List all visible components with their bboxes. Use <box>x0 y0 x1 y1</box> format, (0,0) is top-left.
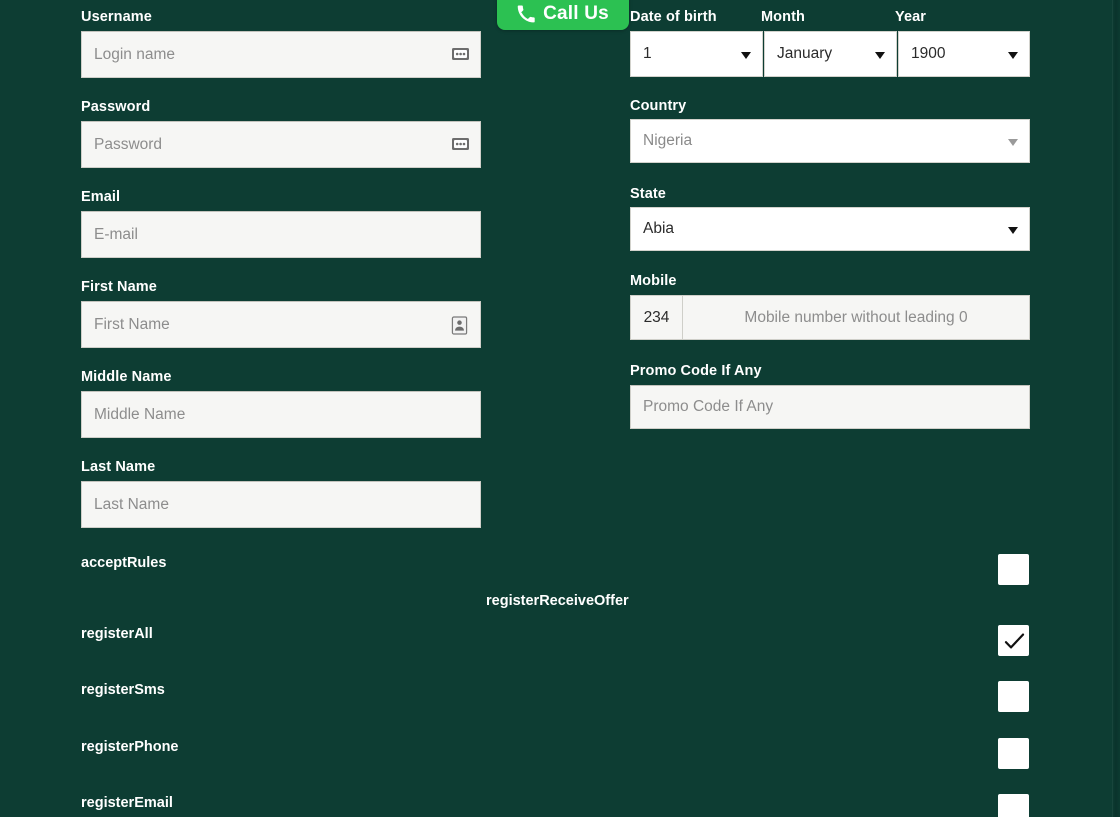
year-select[interactable]: 1900 <box>898 31 1030 77</box>
month-value: January <box>777 45 833 62</box>
chevron-down-icon <box>1008 139 1018 146</box>
last-name-input[interactable]: Last Name <box>81 481 481 528</box>
month-select[interactable]: January <box>764 31 897 77</box>
chevron-down-icon <box>1008 52 1018 59</box>
mobile-label: Mobile <box>630 273 677 289</box>
register-sms-label: registerSms <box>81 682 165 698</box>
call-us-button[interactable]: Call Us <box>497 0 629 30</box>
password-input[interactable]: Password <box>81 121 481 168</box>
email-label: Email <box>81 189 121 205</box>
middle-name-label: Middle Name <box>81 369 172 385</box>
username-placeholder: Login name <box>94 45 176 63</box>
username-input[interactable]: Login name <box>81 31 481 78</box>
password-manager-icon[interactable] <box>451 46 471 64</box>
register-all-label: registerAll <box>81 626 153 642</box>
mobile-field-group: 234 Mobile number without leading 0 <box>630 295 1030 340</box>
register-phone-checkbox[interactable] <box>998 738 1029 769</box>
register-email-label: registerEmail <box>81 795 173 811</box>
mobile-placeholder: Mobile number without leading 0 <box>744 308 968 326</box>
last-name-placeholder: Last Name <box>94 495 169 513</box>
register-sms-checkbox[interactable] <box>998 681 1029 712</box>
promo-code-placeholder: Promo Code If Any <box>643 398 774 415</box>
promo-code-label: Promo Code If Any <box>630 363 762 379</box>
country-label: Country <box>630 98 687 114</box>
check-icon <box>1004 633 1025 649</box>
country-select[interactable]: Nigeria <box>630 119 1030 163</box>
mobile-country-code: 234 <box>631 296 683 339</box>
day-value: 1 <box>643 45 652 62</box>
first-name-input[interactable]: First Name <box>81 301 481 348</box>
email-input[interactable]: E-mail <box>81 211 481 258</box>
accept-rules-checkbox[interactable] <box>998 554 1029 585</box>
password-label: Password <box>81 99 151 115</box>
username-label: Username <box>81 9 152 25</box>
month-label: Month <box>761 9 805 25</box>
date-of-birth-label: Date of birth <box>630 9 717 25</box>
right-edge-hairline <box>1112 0 1113 817</box>
register-receive-offer-heading: registerReceiveOffer <box>486 593 629 609</box>
phone-icon <box>517 4 535 23</box>
middle-name-placeholder: Middle Name <box>94 405 186 423</box>
password-manager-icon[interactable] <box>451 136 471 154</box>
country-value: Nigeria <box>643 132 693 149</box>
chevron-down-icon <box>1008 227 1018 234</box>
year-value: 1900 <box>911 45 946 62</box>
state-label: State <box>630 186 666 202</box>
mobile-number-input[interactable]: Mobile number without leading 0 <box>683 296 1029 339</box>
password-placeholder: Password <box>94 135 163 153</box>
email-placeholder: E-mail <box>94 225 138 243</box>
register-all-checkbox[interactable] <box>998 625 1029 656</box>
register-phone-label: registerPhone <box>81 739 179 755</box>
first-name-label: First Name <box>81 279 157 295</box>
contact-card-icon[interactable] <box>451 315 471 335</box>
last-name-label: Last Name <box>81 459 156 475</box>
state-value: Abia <box>643 220 675 237</box>
registration-page: Call Us Username Login name Password Pas… <box>0 0 1120 817</box>
register-email-checkbox[interactable] <box>998 794 1029 817</box>
promo-code-input[interactable]: Promo Code If Any <box>630 385 1030 429</box>
accept-rules-label: acceptRules <box>81 555 167 571</box>
middle-name-input[interactable]: Middle Name <box>81 391 481 438</box>
chevron-down-icon <box>741 52 751 59</box>
state-select[interactable]: Abia <box>630 207 1030 251</box>
year-label: Year <box>895 9 927 25</box>
first-name-placeholder: First Name <box>94 315 170 333</box>
chevron-down-icon <box>875 52 885 59</box>
right-edge-gutter <box>1112 0 1120 817</box>
day-select[interactable]: 1 <box>630 31 763 77</box>
call-us-label: Call Us <box>543 2 609 24</box>
